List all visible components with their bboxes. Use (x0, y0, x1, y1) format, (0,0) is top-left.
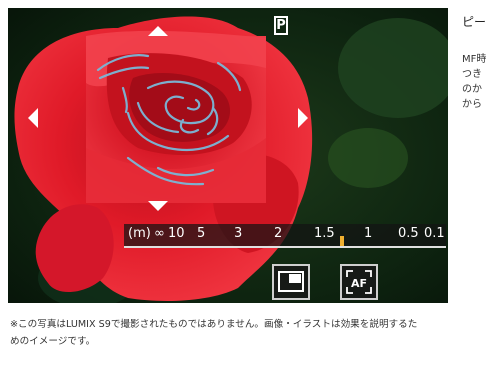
sidebar-line: から (462, 99, 482, 110)
sidebar-line: つき (462, 69, 482, 80)
scale-tick: 3 (234, 226, 243, 241)
move-right-arrow-icon[interactable] (298, 108, 308, 128)
scale-tick: 10 (168, 226, 185, 241)
move-left-arrow-icon[interactable] (28, 108, 38, 128)
sidebar-line: MF時 (462, 54, 487, 65)
af-bracket-icon: AF (346, 270, 372, 294)
af-button[interactable]: AF (340, 264, 378, 300)
scale-tick: 2 (274, 226, 283, 241)
scale-tick: 0.5 (398, 226, 419, 241)
focus-position-marker (340, 236, 344, 246)
scale-tick: 5 (197, 226, 206, 241)
scale-tick: 1 (364, 226, 373, 241)
scale-tick: 0.1 (424, 226, 445, 241)
move-up-arrow-icon[interactable] (148, 26, 168, 36)
focus-distance-scale: (m) ∞ 10 5 3 2 1.5 1 0.5 0.1 (124, 224, 446, 248)
scale-tick: 1.5 (314, 226, 335, 241)
sidebar-title: ピー (462, 15, 487, 29)
window-size-button[interactable] (272, 264, 310, 300)
move-down-arrow-icon[interactable] (148, 201, 168, 211)
window-frame-icon (278, 271, 304, 292)
scale-tick-infinity: ∞ (154, 226, 165, 241)
camera-viewfinder-image: P (m) ∞ 10 5 3 2 1.5 1 0.5 0.1 AF (8, 8, 448, 303)
scale-unit-label: (m) (128, 226, 151, 241)
sidebar-line: のか (462, 84, 482, 95)
image-caption: ※この写真はLUMIX S9で撮影されたものではありません。画像・イラストは効果… (10, 316, 450, 350)
caption-line-2: めのイメージです。 (10, 336, 96, 347)
shooting-mode-badge: P (274, 16, 288, 35)
af-label: AF (351, 277, 367, 290)
sidebar-description: MF時 つき のか から (462, 52, 490, 112)
caption-line-1: ※この写真はLUMIX S9で撮影されたものではありません。画像・イラストは効果… (10, 319, 418, 330)
rose-photo (8, 8, 448, 303)
